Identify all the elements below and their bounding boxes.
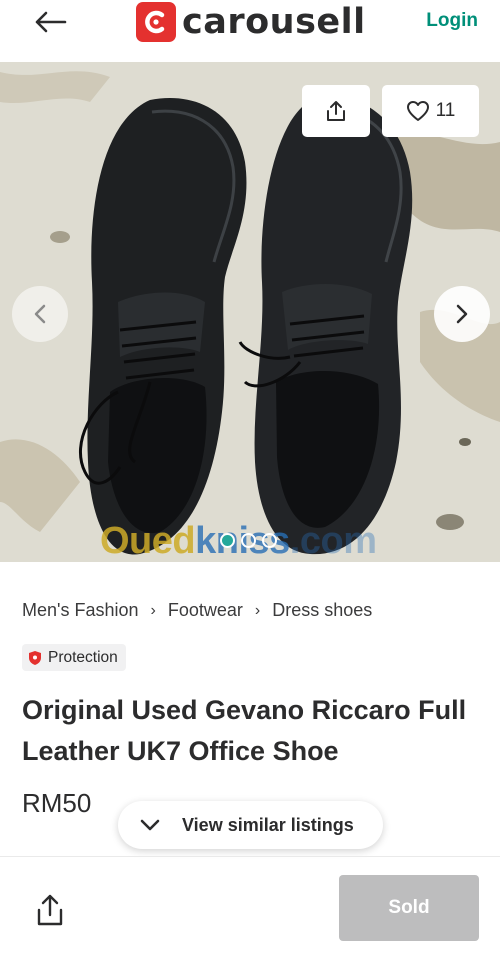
chevron-right-icon: › xyxy=(254,601,261,619)
share-icon xyxy=(327,101,345,121)
pagination-dot[interactable] xyxy=(220,533,235,548)
chevron-left-icon xyxy=(34,304,46,324)
chevron-right-icon: › xyxy=(150,601,156,619)
chevron-right-icon xyxy=(456,304,468,324)
breadcrumb: Men's Fashion › Footwear › Dress shoes xyxy=(22,600,372,621)
login-link[interactable]: Login xyxy=(426,10,478,32)
like-button[interactable]: 11 xyxy=(382,85,479,137)
shield-icon xyxy=(29,650,41,665)
image-pagination xyxy=(220,533,277,548)
carousell-logo[interactable]: carousell xyxy=(136,2,366,42)
protection-badge[interactable]: Protection xyxy=(22,644,126,671)
app-header: carousell Login xyxy=(0,0,500,62)
listing-title: Original Used Gevano Riccaro Full Leathe… xyxy=(22,695,467,766)
previous-image-button[interactable] xyxy=(12,286,68,342)
pagination-dot[interactable] xyxy=(262,533,277,548)
share-icon xyxy=(37,894,63,926)
view-similar-listings-button[interactable]: View similar listings xyxy=(118,801,383,849)
next-image-button[interactable] xyxy=(434,286,490,342)
logo-text: carousell xyxy=(182,2,366,42)
arrow-left-icon xyxy=(35,11,67,33)
shoes-photo xyxy=(0,62,500,562)
share-button[interactable] xyxy=(302,85,370,137)
breadcrumb-item[interactable]: Dress shoes xyxy=(272,600,372,621)
breadcrumb-item[interactable]: Men's Fashion xyxy=(22,600,139,621)
like-count: 11 xyxy=(435,100,456,121)
heart-icon xyxy=(406,101,429,121)
bottom-bar-divider xyxy=(0,856,500,857)
listing-photo-gallery[interactable]: Ouedkniss.com xyxy=(0,62,500,562)
share-listing-button[interactable] xyxy=(30,888,70,932)
view-similar-label: View similar listings xyxy=(182,814,354,835)
sold-button: Sold xyxy=(339,875,479,941)
breadcrumb-item[interactable]: Footwear xyxy=(168,600,243,621)
protection-label: Protection xyxy=(48,648,118,666)
back-button[interactable] xyxy=(28,6,72,38)
chevron-down-icon xyxy=(140,819,160,831)
carousell-logo-icon xyxy=(136,2,176,42)
pagination-dot[interactable] xyxy=(241,533,256,548)
listing-price: RM50 xyxy=(22,788,92,818)
